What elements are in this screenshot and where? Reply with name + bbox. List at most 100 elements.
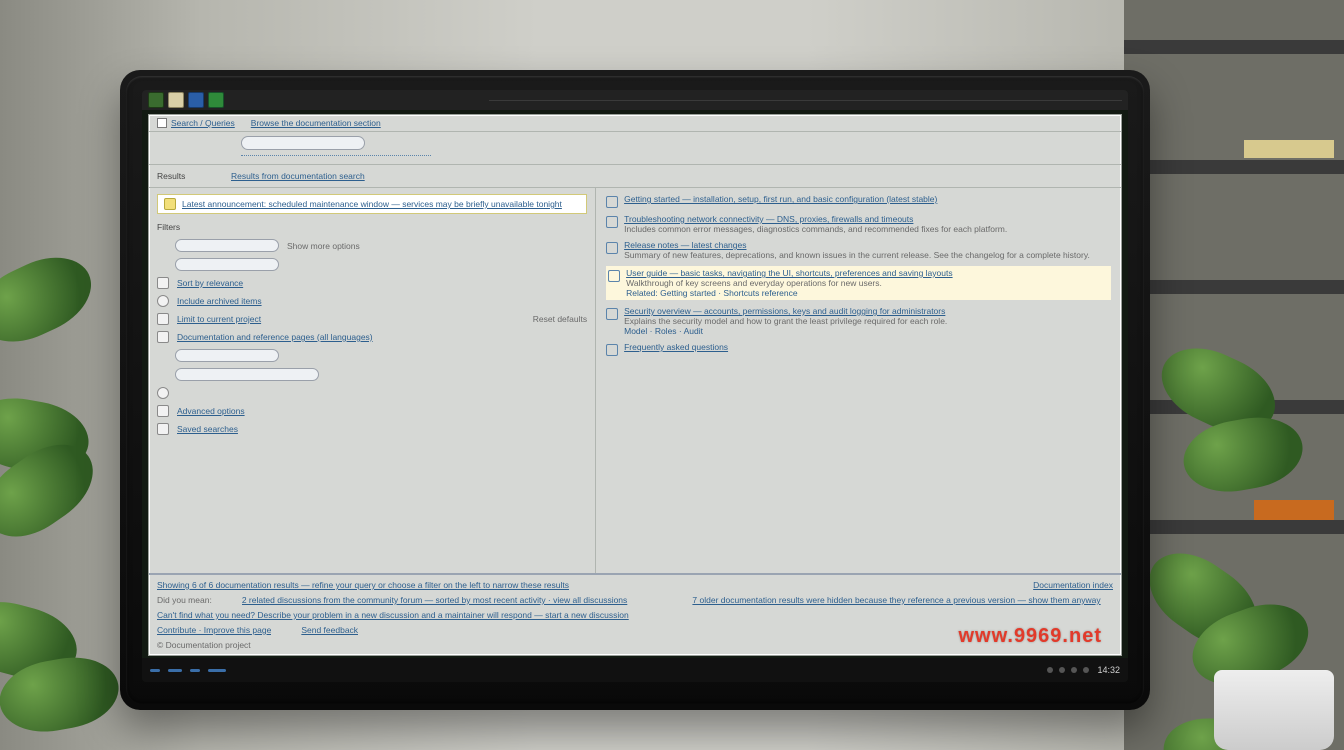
launcher-archive-icon[interactable]	[168, 92, 184, 108]
results-link[interactable]: Results from documentation search	[231, 171, 365, 181]
radio-icon[interactable]	[157, 387, 169, 399]
filter-input-6[interactable]	[175, 349, 279, 362]
plant-pot	[1214, 670, 1334, 750]
filter-input-0[interactable]	[175, 239, 279, 252]
filter-text-2: Sort by relevance	[177, 278, 587, 288]
tray-battery-icon[interactable]	[1071, 667, 1077, 673]
monitor-bezel: Search / Queries Browse the documentatio…	[120, 70, 1150, 710]
filter-text-3: Include archived items	[177, 296, 587, 306]
filter-input-1[interactable]	[175, 258, 279, 271]
watermark: www.9969.net	[958, 625, 1102, 648]
result-desc-3: Walkthrough of key screens and everyday …	[626, 278, 882, 288]
launcher-network-icon[interactable]	[188, 92, 204, 108]
os-taskbar[interactable]: 14:32	[142, 658, 1128, 682]
feedback-link[interactable]: Send feedback	[301, 625, 358, 635]
doc-icon	[606, 216, 618, 228]
taskbar-app-1[interactable]	[150, 669, 160, 672]
system-tray[interactable]	[1047, 667, 1089, 673]
filter-hint-0[interactable]: Show more options	[287, 241, 360, 251]
did-you-mean-label: Did you mean:	[157, 595, 212, 605]
search-input[interactable]	[241, 136, 365, 150]
doc-index-link[interactable]: Documentation index	[1033, 580, 1113, 590]
result-title-1: Troubleshooting network connectivity — D…	[624, 214, 1111, 224]
launcher-terminal-icon[interactable]	[208, 92, 224, 108]
filter-input-7[interactable]	[175, 368, 319, 381]
tab-search[interactable]: Search / Queries	[157, 118, 235, 128]
filter-text-4: Limit to current project	[177, 314, 525, 324]
result-desc-1: Includes common error messages, diagnost…	[624, 224, 1007, 234]
checkbox-icon[interactable]	[157, 331, 169, 343]
filter-row-2[interactable]: Sort by relevance	[157, 277, 587, 289]
filter-row-1[interactable]	[157, 258, 587, 271]
result-title-4: Security overview — accounts, permission…	[624, 306, 1111, 316]
warning-icon	[164, 198, 176, 210]
result-1[interactable]: Troubleshooting network connectivity — D…	[606, 214, 1111, 234]
result-title-5: Frequently asked questions	[624, 342, 1111, 352]
result-title-2: Release notes — latest changes	[624, 240, 1111, 250]
tray-sound-icon[interactable]	[1059, 667, 1065, 673]
filter-text-9: Advanced options	[177, 406, 587, 416]
filter-row-9[interactable]: Advanced options	[157, 405, 587, 417]
doc-icon	[608, 270, 620, 282]
taskbar-app-4[interactable]	[208, 669, 226, 672]
filter-row-0[interactable]: Show more options	[157, 239, 587, 252]
start-discussion-link[interactable]: Can't find what you need? Describe your …	[157, 610, 1113, 620]
bullet-icon	[157, 405, 169, 417]
result-desc-4: Explains the security model and how to g…	[624, 316, 947, 326]
results-label: Results	[157, 171, 213, 181]
result-5[interactable]: Frequently asked questions	[606, 342, 1111, 356]
filter-text-10: Saved searches	[177, 424, 587, 434]
filter-row-3[interactable]: Include archived items	[157, 295, 587, 307]
summary-row-1[interactable]: Showing 6 of 6 documentation results — r…	[157, 580, 1003, 590]
screen: Search / Queries Browse the documentatio…	[142, 90, 1128, 682]
result-0[interactable]: Getting started — installation, setup, f…	[606, 194, 1111, 208]
result-related-4[interactable]: Model · Roles · Audit	[624, 326, 1111, 336]
menubar-divider	[489, 100, 1122, 101]
doc-icon	[606, 308, 618, 320]
app-header: Search / Queries Browse the documentatio…	[149, 115, 1121, 132]
checkbox-icon	[157, 118, 167, 128]
doc-icon	[606, 344, 618, 356]
filter-row-7[interactable]	[157, 368, 587, 381]
filter-row-5[interactable]: Documentation and reference pages (all l…	[157, 331, 587, 343]
tray-notifications-icon[interactable]	[1083, 667, 1089, 673]
tab-browse[interactable]: Browse the documentation section	[251, 118, 381, 128]
bullet-icon	[157, 423, 169, 435]
os-menubar[interactable]	[142, 90, 1128, 110]
result-desc-2: Summary of new features, deprecations, a…	[624, 250, 1090, 260]
doc-icon	[606, 242, 618, 254]
filter-text-5: Documentation and reference pages (all l…	[177, 332, 587, 342]
taskbar-app-3[interactable]	[190, 669, 200, 672]
result-3[interactable]: User guide — basic tasks, navigating the…	[606, 266, 1111, 300]
search-row	[149, 132, 1121, 165]
filters-label: Filters	[157, 222, 587, 232]
filter-row-4[interactable]: Limit to current project Reset defaults	[157, 313, 587, 325]
right-column: Getting started — installation, setup, f…	[596, 188, 1121, 573]
title-row: Results Results from documentation searc…	[149, 165, 1121, 188]
tab-browse-label: Browse the documentation section	[251, 118, 381, 128]
result-2[interactable]: Release notes — latest changes Summary o…	[606, 240, 1111, 260]
taskbar-clock[interactable]: 14:32	[1097, 665, 1120, 675]
filter-row-8[interactable]	[157, 387, 587, 399]
search-underline	[241, 155, 431, 156]
tab-search-label: Search / Queries	[171, 118, 235, 128]
discussions-link[interactable]: 2 related discussions from the community…	[242, 595, 663, 605]
announcement-text[interactable]: Latest announcement: scheduled maintenan…	[182, 199, 562, 209]
app-window: Search / Queries Browse the documentatio…	[148, 114, 1122, 656]
launcher-files-icon[interactable]	[148, 92, 164, 108]
filter-row-6[interactable]	[157, 349, 587, 362]
plant-right	[1154, 230, 1344, 750]
result-title-0: Getting started — installation, setup, f…	[624, 194, 1111, 204]
doc-icon	[606, 196, 618, 208]
filter-hint-4[interactable]: Reset defaults	[533, 314, 587, 324]
bullet-icon	[157, 313, 169, 325]
filter-row-10[interactable]: Saved searches	[157, 423, 587, 435]
result-4[interactable]: Security overview — accounts, permission…	[606, 306, 1111, 336]
radio-icon[interactable]	[157, 295, 169, 307]
hidden-results-link[interactable]: 7 older documentation results were hidde…	[692, 595, 1113, 605]
tray-network-icon[interactable]	[1047, 667, 1053, 673]
contribute-link[interactable]: Contribute · Improve this page	[157, 625, 271, 635]
taskbar-app-2[interactable]	[168, 669, 182, 672]
result-related-3[interactable]: Related: Getting started · Shortcuts ref…	[626, 288, 1109, 298]
main-split: Latest announcement: scheduled maintenan…	[149, 188, 1121, 573]
